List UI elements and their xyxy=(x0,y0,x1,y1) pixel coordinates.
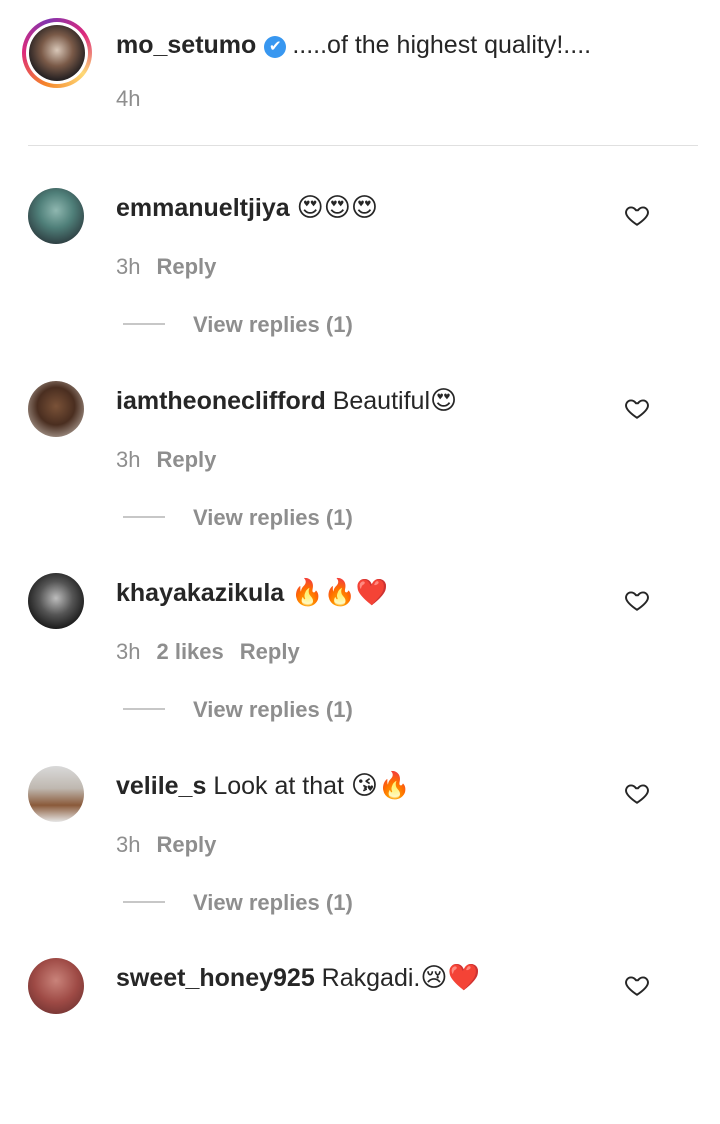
comment-username[interactable]: sweet_honey925 xyxy=(116,964,315,992)
avatar[interactable] xyxy=(28,958,84,1014)
caption-divider xyxy=(28,145,698,146)
replies-dash xyxy=(123,901,165,903)
view-replies-label: View replies (1) xyxy=(193,697,353,722)
comment-meta: 3h Reply xyxy=(116,832,232,858)
comment-line: khayakazikula 🔥🔥❤️ xyxy=(116,575,388,611)
story-ring-avatar[interactable] xyxy=(22,18,92,88)
reply-button[interactable]: Reply xyxy=(240,639,300,664)
avatar[interactable] xyxy=(28,766,84,822)
replies-dash xyxy=(123,323,165,325)
comment-line: velile_s Look at that 😘🔥 xyxy=(116,768,410,804)
comment-emoji: 😍 xyxy=(430,386,458,416)
caption-text: .....of the highest quality!.... xyxy=(292,31,592,59)
avatar[interactable] xyxy=(28,188,84,244)
heart-outline-icon[interactable] xyxy=(624,587,650,613)
caption-line: mo_setumo ✔ .....of the highest quality!..… xyxy=(116,28,591,62)
comment-emoji: 😢❤️ xyxy=(420,963,480,993)
comment-item: emmanueltjiya 😍😍😍 3h Reply View replies (… xyxy=(28,184,698,354)
view-replies-button[interactable]: View replies (1) xyxy=(123,312,353,338)
view-replies-button[interactable]: View replies (1) xyxy=(123,697,353,723)
reply-button[interactable]: Reply xyxy=(156,832,216,857)
comment-meta: 3h 2 likes Reply xyxy=(116,639,316,665)
comment-emoji: 🔥🔥❤️ xyxy=(291,578,389,608)
comment-text: Beautiful xyxy=(332,387,430,415)
comment-line: emmanueltjiya 😍😍😍 xyxy=(116,190,378,226)
comment-item: khayakazikula 🔥🔥❤️ 3h 2 likes Reply View r… xyxy=(28,569,698,739)
verified-badge-icon: ✔ xyxy=(264,36,287,58)
comment-text: Rakgadi. xyxy=(321,964,421,992)
comment-username[interactable]: emmanueltjiya xyxy=(116,194,290,222)
comment-timestamp: 3h xyxy=(116,254,141,279)
heart-outline-icon[interactable] xyxy=(624,780,650,806)
view-replies-button[interactable]: View replies (1) xyxy=(123,890,353,916)
caption-username[interactable]: mo_setumo xyxy=(116,31,256,59)
avatar[interactable] xyxy=(28,573,84,629)
heart-outline-icon[interactable] xyxy=(624,202,650,228)
comment-text: Look at that xyxy=(213,772,344,800)
post-caption: mo_setumo ✔ .....of the highest quality!..… xyxy=(22,18,702,128)
view-replies-label: View replies (1) xyxy=(193,312,353,337)
comment-item: sweet_honey925 Rakgadi.😢❤️ xyxy=(28,954,698,1124)
view-replies-label: View replies (1) xyxy=(193,505,353,530)
comment-timestamp: 3h xyxy=(116,832,141,857)
avatar[interactable] xyxy=(28,381,84,437)
heart-outline-icon[interactable] xyxy=(624,395,650,421)
reply-button[interactable]: Reply xyxy=(156,254,216,279)
view-replies-button[interactable]: View replies (1) xyxy=(123,505,353,531)
avatar-ring-inner xyxy=(26,22,88,84)
comment-username[interactable]: khayakazikula xyxy=(116,579,284,607)
replies-dash xyxy=(123,708,165,710)
comment-emoji: 😘🔥 xyxy=(350,771,411,801)
heart-outline-icon[interactable] xyxy=(624,972,650,998)
comment-line: sweet_honey925 Rakgadi.😢❤️ xyxy=(116,960,480,996)
likes-count[interactable]: 2 likes xyxy=(156,639,223,664)
comment-username[interactable]: velile_s xyxy=(116,772,206,800)
avatar xyxy=(29,25,85,81)
comment-meta: 3h Reply xyxy=(116,254,232,280)
caption-timestamp: 4h xyxy=(116,86,141,111)
comment-item: iamtheoneclifford Beautiful😍 3h Reply Vie… xyxy=(28,377,698,547)
comment-timestamp: 3h xyxy=(116,447,141,472)
comment-emoji: 😍😍😍 xyxy=(296,193,378,223)
comment-meta: 3h Reply xyxy=(116,447,232,473)
view-replies-label: View replies (1) xyxy=(193,890,353,915)
comment-item: velile_s Look at that 😘🔥 3h Reply View re… xyxy=(28,762,698,932)
comment-line: iamtheoneclifford Beautiful😍 xyxy=(116,383,457,419)
replies-dash xyxy=(123,516,165,518)
reply-button[interactable]: Reply xyxy=(156,447,216,472)
comment-timestamp: 3h xyxy=(116,639,141,664)
comment-username[interactable]: iamtheoneclifford xyxy=(116,387,326,415)
